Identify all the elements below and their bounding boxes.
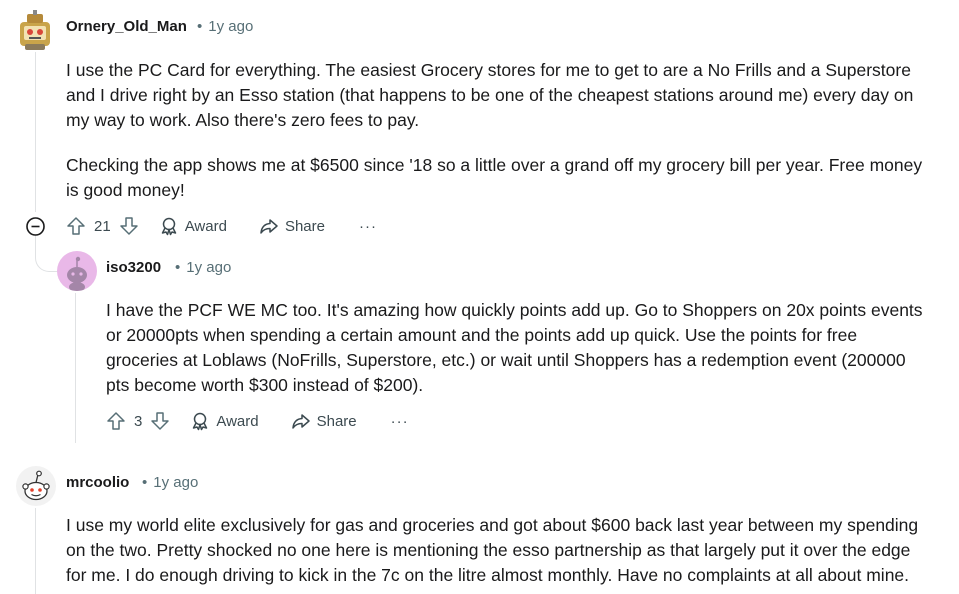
award-icon (193, 412, 208, 431)
thread-line (35, 52, 36, 212)
avatar[interactable] (16, 466, 56, 506)
comment-author[interactable]: Ornery_Old_Man (66, 18, 187, 35)
vote-count: 21 (94, 217, 111, 235)
downvote-button[interactable] (150, 411, 170, 431)
snoo-avatar-icon (67, 256, 87, 291)
downvote-arrow-icon (119, 217, 138, 235)
collapse-thread-button[interactable] (26, 217, 45, 236)
share-label: Share (316, 412, 357, 430)
separator-dot: • (142, 474, 148, 491)
comment-actions: 3 Award Share ··· (106, 409, 409, 433)
comment-body: I have the PCF WE MC too. It's amazing h… (106, 298, 932, 398)
comment-body: I use the PC Card for everything. The ea… (66, 58, 926, 203)
more-options-button[interactable]: ··· (391, 413, 409, 430)
vote-count: 3 (134, 412, 143, 430)
share-label: Share (284, 217, 325, 235)
more-options-button[interactable]: ··· (359, 218, 377, 235)
award-icon (161, 217, 176, 236)
comment-body: I use my world elite exclusively for gas… (66, 513, 932, 588)
comment-age: 1y ago (153, 474, 199, 491)
award-label: Award (184, 217, 227, 235)
award-button[interactable]: Award (159, 216, 227, 236)
comment-paragraph: I have the PCF WE MC too. It's amazing h… (106, 300, 923, 395)
downvote-button[interactable] (119, 216, 139, 236)
share-icon (291, 414, 310, 429)
comment-author[interactable]: mrcoolio (66, 474, 129, 491)
comment-paragraph: Checking the app shows me at $6500 since… (66, 155, 923, 200)
thread-line (35, 508, 36, 594)
comment-paragraph: I use my world elite exclusively for gas… (66, 515, 919, 585)
comment-paragraph: I use the PC Card for everything. The ea… (66, 60, 914, 130)
share-button[interactable]: Share (291, 411, 357, 431)
award-label: Award (216, 412, 259, 430)
comment-timestamp: • 1y ago (142, 474, 198, 491)
reply-connector (35, 233, 58, 272)
collapse-icon (26, 217, 45, 236)
downvote-arrow-icon (151, 412, 170, 430)
upvote-button[interactable] (66, 216, 86, 236)
thread-line (75, 293, 76, 443)
share-icon (260, 219, 278, 234)
robot-avatar-icon (20, 10, 50, 50)
comment-timestamp: • 1y ago (175, 259, 231, 276)
share-button[interactable]: Share (259, 216, 325, 236)
upvote-button[interactable] (106, 411, 126, 431)
avatar[interactable] (57, 251, 97, 291)
comment-timestamp: • 1y ago (197, 18, 253, 35)
upvote-arrow-icon (67, 217, 85, 235)
comment-author[interactable]: iso3200 (106, 259, 161, 276)
award-button[interactable]: Award (190, 411, 259, 431)
separator-dot: • (175, 259, 181, 276)
avatar[interactable] (17, 10, 53, 50)
separator-dot: • (197, 18, 203, 35)
snoo-avatar-icon (22, 470, 50, 501)
comment-age: 1y ago (208, 18, 254, 35)
upvote-arrow-icon (107, 412, 125, 430)
comment-age: 1y ago (186, 259, 232, 276)
comment-actions: 21 Award Share ··· (66, 214, 377, 238)
